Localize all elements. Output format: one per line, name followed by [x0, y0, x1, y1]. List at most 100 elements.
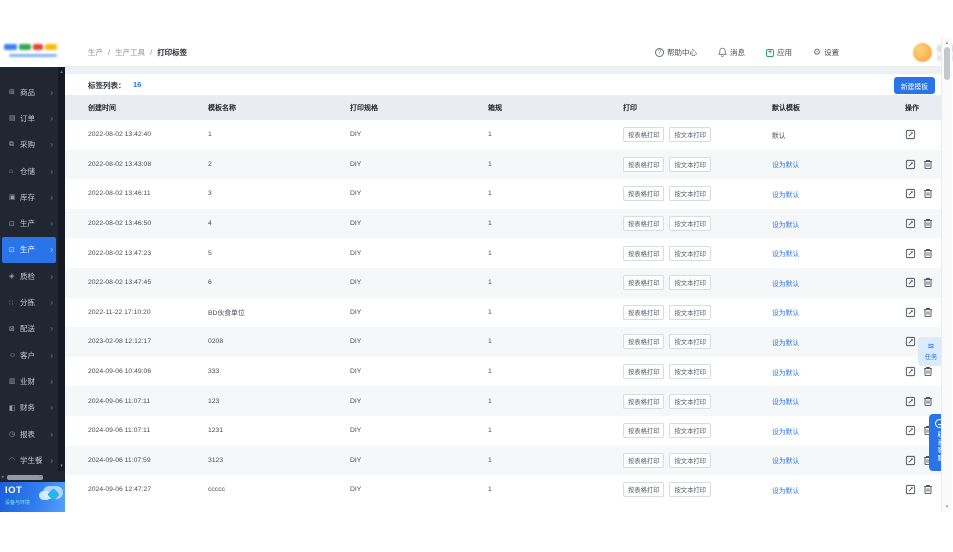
- print-by-text-button[interactable]: 按文本打印: [669, 423, 711, 439]
- print-by-text-button[interactable]: 按文本打印: [669, 364, 711, 380]
- edit-template-button[interactable]: [905, 129, 916, 140]
- delete-template-button[interactable]: [923, 188, 933, 199]
- edit-template-button[interactable]: [905, 425, 916, 436]
- cell-template-name: 3: [208, 190, 212, 198]
- print-by-text-button[interactable]: 按文本打印: [669, 452, 711, 468]
- sidebar-item-delivery[interactable]: ⊠ 配送 ›: [0, 316, 58, 342]
- sidebar-item-quality[interactable]: ◈ 质检 ›: [0, 263, 58, 289]
- edit-template-button[interactable]: [905, 248, 916, 259]
- edit-template-button[interactable]: [905, 366, 916, 377]
- print-by-text-button[interactable]: 按文本打印: [669, 186, 711, 202]
- apps-button[interactable]: + 应用: [766, 47, 792, 58]
- delete-template-button[interactable]: [923, 218, 933, 229]
- messages-button[interactable]: 消息: [718, 47, 745, 59]
- print-by-table-button[interactable]: 按表格打印: [623, 245, 665, 261]
- print-by-table-button[interactable]: 按表格打印: [623, 452, 665, 468]
- print-by-table-button[interactable]: 按表格打印: [623, 364, 665, 380]
- print-by-text-button[interactable]: 按文本打印: [669, 334, 711, 350]
- cell-template-name: 1231: [208, 427, 224, 435]
- edit-template-button[interactable]: [905, 336, 916, 347]
- set-default-link[interactable]: 设为默认: [772, 179, 799, 209]
- sidebar-item-finance[interactable]: ◧ 财务 ›: [0, 395, 58, 421]
- print-by-table-button[interactable]: 按表格打印: [623, 482, 665, 498]
- print-by-text-button[interactable]: 按文本打印: [669, 156, 711, 172]
- print-by-table-button[interactable]: 按表格打印: [623, 304, 665, 320]
- sidebar-item-goods[interactable]: ⊞ 商品 ›: [0, 79, 58, 105]
- print-by-text-button[interactable]: 按文本打印: [669, 127, 711, 143]
- sidebar-item-purchase[interactable]: ⧉ 采购 ›: [0, 132, 58, 158]
- sidebar-item-biz-finance[interactable]: ▥ 业财 ›: [0, 368, 58, 394]
- sidebar-item-sorting[interactable]: ∷ 分拣 ›: [0, 289, 58, 315]
- sidebar-item-warehouse[interactable]: ⌂ 仓储 ›: [0, 158, 58, 184]
- edit-template-button[interactable]: [905, 277, 916, 288]
- new-template-button[interactable]: 新建模板: [893, 77, 935, 94]
- print-by-text-button[interactable]: 按文本打印: [669, 245, 711, 261]
- delete-template-button[interactable]: [923, 396, 933, 407]
- print-by-table-button[interactable]: 按表格打印: [623, 127, 665, 143]
- print-by-table-button[interactable]: 按表格打印: [623, 186, 665, 202]
- edit-template-button[interactable]: [905, 159, 916, 170]
- print-by-table-button[interactable]: 按表格打印: [623, 393, 665, 409]
- delete-template-button[interactable]: [923, 484, 933, 495]
- sidebar-item-production[interactable]: ⊡ 生产 ›: [0, 210, 58, 236]
- print-by-text-button[interactable]: 按文本打印: [669, 216, 711, 232]
- set-default-link[interactable]: 设为默认: [772, 298, 799, 328]
- vscroll-thumb[interactable]: [944, 47, 950, 80]
- edit-template-button[interactable]: [905, 455, 916, 466]
- scroll-down-icon[interactable]: ▾: [58, 463, 65, 469]
- settings-button[interactable]: ⚙ 设置: [813, 47, 839, 58]
- breadcrumb-item-production[interactable]: 生产: [88, 47, 103, 58]
- set-default-link[interactable]: 设为默认: [772, 150, 799, 180]
- sidebar-item-student-meals[interactable]: ◠ 学生餐 ›: [0, 447, 58, 473]
- help-center-button[interactable]: ? 帮助中心: [655, 47, 697, 58]
- sidebar-item-inventory[interactable]: ▣ 库存 ›: [0, 184, 58, 210]
- print-by-text-button[interactable]: 按文本打印: [669, 482, 711, 498]
- sidebar-horizontal-scrollbar[interactable]: ◂ ▸: [0, 473, 58, 482]
- list-toolbar: 标签列表： 16 新建模板: [65, 74, 941, 95]
- scroll-up-icon[interactable]: ▴: [942, 40, 952, 46]
- set-default-link[interactable]: 设为默认: [772, 209, 799, 239]
- scroll-right-icon[interactable]: ▸: [39, 474, 42, 480]
- iot-banner[interactable]: IOT 设备与环境: [0, 482, 65, 512]
- avatar[interactable]: [913, 43, 932, 62]
- set-default-link[interactable]: 设为默认: [772, 268, 799, 298]
- breadcrumb-item-production-tools[interactable]: 生产工具: [115, 47, 145, 58]
- set-default-link[interactable]: 设为默认: [772, 238, 799, 268]
- set-default-link[interactable]: 设为默认: [772, 475, 799, 505]
- edit-template-button[interactable]: [905, 307, 916, 318]
- sidebar-item-reports[interactable]: ◷ 报表 ›: [0, 421, 58, 447]
- sidebar-item-production-active[interactable]: ⊡ 生产 ›: [2, 236, 56, 264]
- delete-template-button[interactable]: [923, 366, 933, 377]
- set-default-link[interactable]: 设为默认: [772, 446, 799, 476]
- delete-template-button[interactable]: [923, 277, 933, 288]
- edit-template-button[interactable]: [905, 396, 916, 407]
- delete-template-button[interactable]: [923, 248, 933, 259]
- edit-template-button[interactable]: [905, 188, 916, 199]
- print-by-table-button[interactable]: 按表格打印: [623, 275, 665, 291]
- delete-template-button[interactable]: [923, 159, 933, 170]
- edit-template-button[interactable]: [905, 484, 916, 495]
- sidebar-vertical-scrollbar[interactable]: ▴ ▾: [58, 67, 65, 471]
- edit-template-button[interactable]: [905, 218, 916, 229]
- hscroll-thumb[interactable]: [7, 475, 43, 480]
- print-by-text-button[interactable]: 按文本打印: [669, 304, 711, 320]
- page-vertical-scrollbar[interactable]: ▴ ▾: [941, 38, 952, 512]
- set-default-link[interactable]: 设为默认: [772, 386, 799, 416]
- set-default-link[interactable]: 设为默认: [772, 416, 799, 446]
- print-by-table-button[interactable]: 按表格打印: [623, 423, 665, 439]
- sidebar-item-customers[interactable]: ☺ 客户 ›: [0, 342, 58, 368]
- scroll-down-icon[interactable]: ▾: [942, 504, 952, 510]
- scroll-left-icon[interactable]: ◂: [1, 474, 4, 480]
- cell-print-spec: DIY: [350, 338, 362, 346]
- print-by-table-button[interactable]: 按表格打印: [623, 334, 665, 350]
- print-by-text-button[interactable]: 按文本打印: [669, 393, 711, 409]
- task-label: 任务: [924, 354, 938, 361]
- print-by-table-button[interactable]: 按表格打印: [623, 156, 665, 172]
- print-by-text-button[interactable]: 按文本打印: [669, 275, 711, 291]
- set-default-link[interactable]: 设为默认: [772, 327, 799, 357]
- delete-template-button[interactable]: [923, 307, 933, 318]
- set-default-link[interactable]: 设为默认: [772, 357, 799, 387]
- print-by-table-button[interactable]: 按表格打印: [623, 216, 665, 232]
- sidebar-item-orders[interactable]: ▤ 订单 ›: [0, 105, 58, 131]
- scroll-up-icon[interactable]: ▴: [58, 69, 65, 75]
